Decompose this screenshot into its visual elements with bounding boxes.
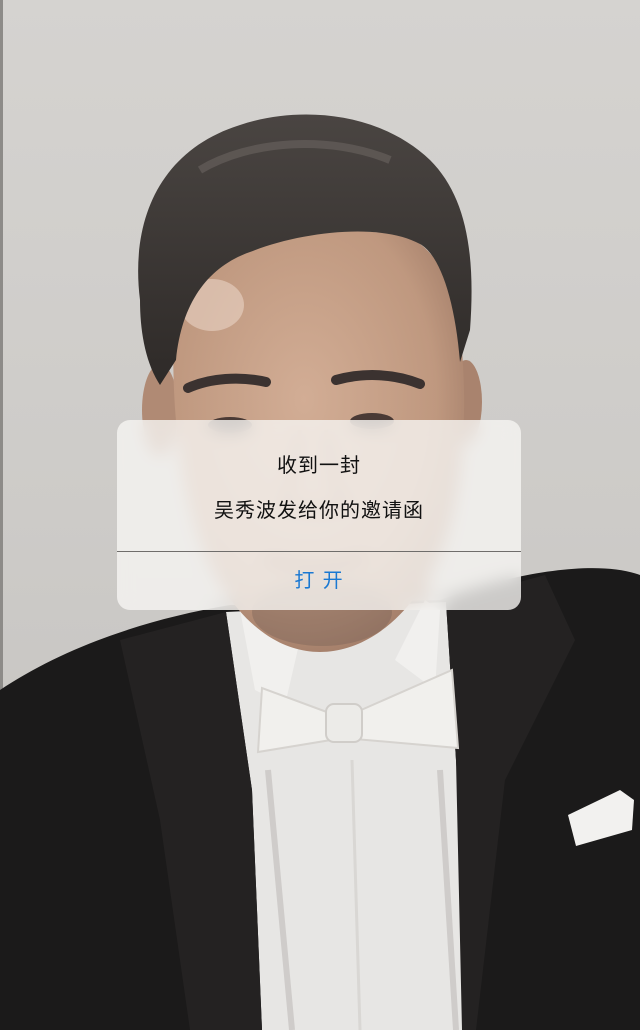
invitation-screen: 收到一封 吴秀波发给你的邀请函 打 开 xyxy=(0,0,640,1030)
alert-title: 收到一封 xyxy=(277,453,361,477)
open-button[interactable]: 打 开 xyxy=(117,552,521,610)
bow-tie-knot xyxy=(325,703,363,743)
photo-left-edge xyxy=(0,0,3,690)
alert-body: 收到一封 吴秀波发给你的邀请函 xyxy=(117,420,521,551)
alert-message: 吴秀波发给你的邀请函 xyxy=(214,498,424,522)
alert-dialog: 收到一封 吴秀波发给你的邀请函 打 开 xyxy=(117,420,521,610)
